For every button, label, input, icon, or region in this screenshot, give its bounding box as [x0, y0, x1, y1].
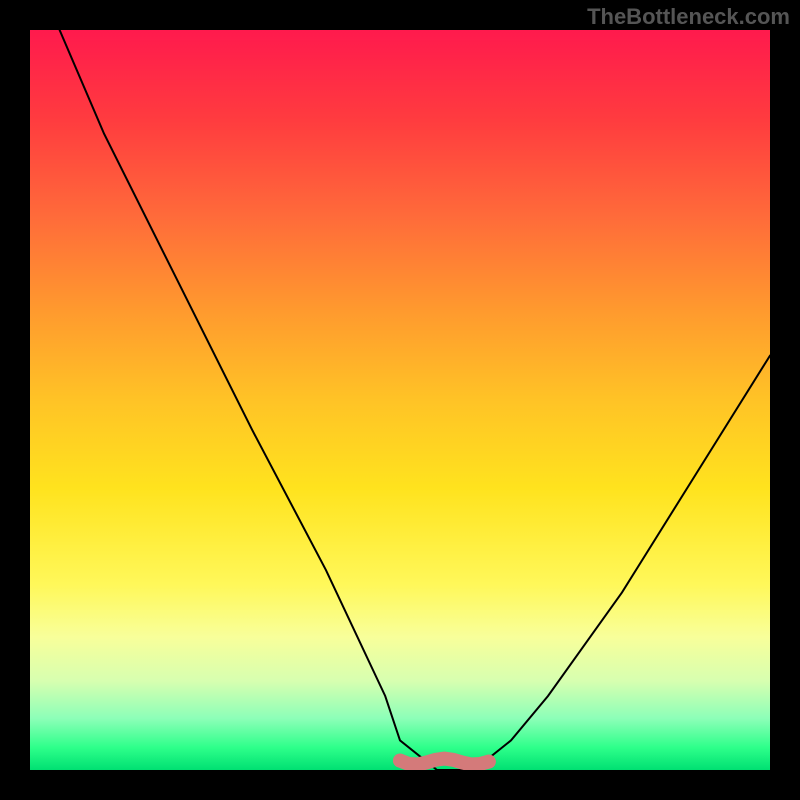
plot-area — [30, 30, 770, 770]
flat-region-marker — [400, 759, 489, 765]
curve-layer — [30, 30, 770, 770]
watermark-text: TheBottleneck.com — [587, 4, 790, 30]
bottleneck-curve-path — [60, 30, 770, 770]
chart-container: TheBottleneck.com — [0, 0, 800, 800]
flat-region-dot-right — [482, 755, 496, 769]
flat-region-dot-left — [393, 754, 407, 768]
